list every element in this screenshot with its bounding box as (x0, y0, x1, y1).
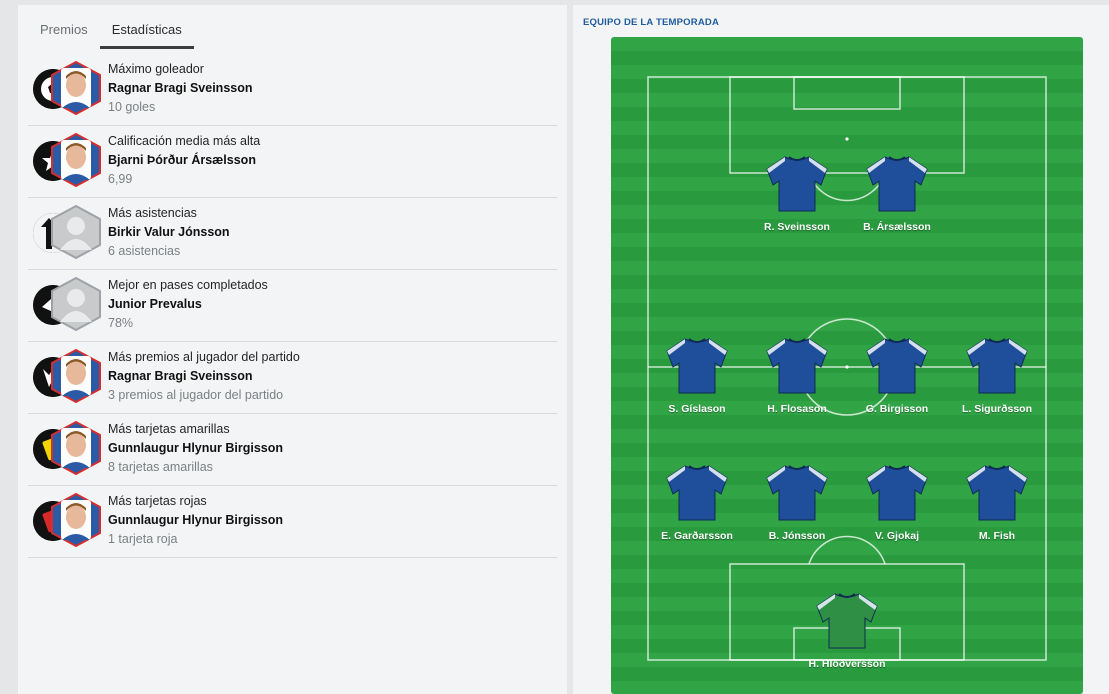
stats-panel: Premios Estadísticas Máximo goleador Ragn… (18, 5, 567, 694)
stat-label: Más premios al jugador del partido (108, 350, 300, 364)
stat-label: Calificación media más alta (108, 134, 261, 148)
shirt-icon (797, 588, 897, 652)
striker-1[interactable]: R. Sveinsson (747, 151, 847, 233)
stat-label: Más asistencias (108, 206, 197, 220)
stat-value: 78% (108, 316, 134, 330)
player-name: H. Flosason (767, 403, 827, 415)
player-portrait[interactable] (48, 348, 104, 404)
player-name: R. Sveinsson (764, 221, 830, 233)
shirt-icon (747, 460, 847, 524)
tab-bar: Premios Estadísticas (28, 13, 194, 49)
shirt-icon (847, 151, 947, 215)
tab-estadisticas[interactable]: Estadísticas (99, 13, 194, 49)
defender-3[interactable]: V. Gjokaj (847, 460, 947, 542)
player-name: B. Ársælsson (863, 221, 931, 233)
stat-label: Más tarjetas rojas (108, 494, 207, 508)
stat-value: 3 premios al jugador del partido (108, 388, 284, 402)
shirt-icon (947, 333, 1047, 397)
stat-player-name[interactable]: Bjarni Þórður Ársælsson (108, 151, 260, 170)
stat-label: Más tarjetas amarillas (108, 422, 230, 436)
player-name: G. Birgisson (865, 403, 929, 415)
stat-row[interactable]: Mejor en pases completados Junior Prevalu… (28, 270, 557, 342)
stat-row[interactable]: Calificación media más alta Bjarni Þórður… (28, 126, 557, 198)
stat-player-name[interactable]: Gunnlaugur Hlynur Birgisson (108, 511, 283, 530)
player-portrait[interactable] (48, 420, 104, 476)
stat-player-name[interactable]: Gunnlaugur Hlynur Birgisson (108, 439, 283, 458)
defender-1[interactable]: E. Garðarsson (647, 460, 747, 542)
shirt-icon (947, 460, 1047, 524)
player-name: H. Hlöðversson (808, 658, 886, 670)
player-name: L. Sigurðsson (961, 403, 1032, 415)
stat-value: 1 tarjeta roja (108, 532, 178, 546)
player-name: B. Jónsson (768, 530, 826, 542)
stat-row[interactable]: Más asistencias Birkir Valur Jónsson 6 asi… (28, 198, 557, 270)
midfielder-4[interactable]: L. Sigurðsson (947, 333, 1047, 415)
player-portrait[interactable] (48, 492, 104, 548)
stat-row[interactable]: Máximo goleador Ragnar Bragi Sveinsson 10 … (28, 54, 557, 126)
striker-2[interactable]: B. Ársælsson (847, 151, 947, 233)
player-name: S. Gíslason (668, 403, 726, 415)
player-name: E. Garðarsson (661, 530, 733, 542)
player-portrait[interactable] (48, 132, 104, 188)
player-portrait[interactable] (48, 60, 104, 116)
defender-2[interactable]: B. Jónsson (747, 460, 847, 542)
goalkeeper[interactable]: H. Hlöðversson (797, 588, 897, 670)
stat-value: 6 asistencias (108, 244, 181, 258)
shirt-icon (847, 333, 947, 397)
stat-row[interactable]: Más tarjetas amarillas Gunnlaugur Hlynur … (28, 414, 557, 486)
stat-value: 8 tarjetas amarillas (108, 460, 213, 474)
player-portrait[interactable] (48, 204, 104, 260)
stat-value: 6,99 (108, 172, 133, 186)
stat-player-name[interactable]: Ragnar Bragi Sveinsson (108, 367, 300, 386)
midfielder-1[interactable]: S. Gíslason (647, 333, 747, 415)
pitch: R. Sveinsson B. Ársælsson S. Gíslason H. Fl… (611, 37, 1083, 694)
stat-player-name[interactable]: Birkir Valur Jónsson (108, 223, 230, 242)
team-of-season-title: EQUIPO DE LA TEMPORADA (583, 17, 719, 28)
tab-premios[interactable]: Premios (28, 13, 100, 49)
stats-list: Máximo goleador Ragnar Bragi Sveinsson 10 … (28, 54, 557, 558)
stat-label: Máximo goleador (108, 62, 204, 76)
shirt-icon (847, 460, 947, 524)
team-of-season-panel: EQUIPO DE LA TEMPORADA R. Sveinsson B. Ár… (573, 5, 1109, 694)
stat-player-name[interactable]: Ragnar Bragi Sveinsson (108, 79, 253, 98)
defender-4[interactable]: M. Fish (947, 460, 1047, 542)
stat-value: 10 goles (108, 100, 156, 114)
midfielder-3[interactable]: G. Birgisson (847, 333, 947, 415)
stat-label: Mejor en pases completados (108, 278, 268, 292)
player-name: M. Fish (978, 530, 1016, 542)
shirt-icon (747, 151, 847, 215)
shirt-icon (747, 333, 847, 397)
stat-row[interactable]: Más premios al jugador del partido Ragnar… (28, 342, 557, 414)
stat-row[interactable]: Más tarjetas rojas Gunnlaugur Hlynur Birg… (28, 486, 557, 558)
midfielder-2[interactable]: H. Flosason (747, 333, 847, 415)
shirt-icon (647, 460, 747, 524)
shirt-icon (647, 333, 747, 397)
stat-player-name[interactable]: Junior Prevalus (108, 295, 268, 314)
player-name: V. Gjokaj (875, 530, 919, 542)
player-portrait[interactable] (48, 276, 104, 332)
